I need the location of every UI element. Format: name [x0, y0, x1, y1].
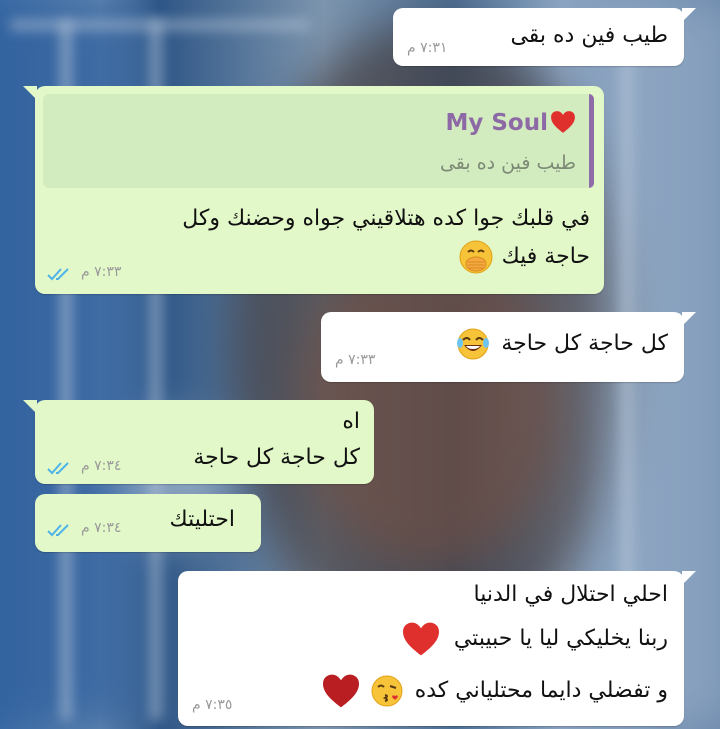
message-text-line: في قلبك جوا كده هتلاقيني جواه وحضنك وكل	[182, 206, 590, 231]
quote-accent-bar	[589, 94, 594, 188]
message-time: ٧:٣٣ م	[335, 352, 376, 368]
message-outgoing[interactable]: اه كل حاجة كل حاجة ٧:٣٤ م	[23, 400, 374, 484]
face-with-tears-of-joy-icon	[457, 328, 490, 360]
message-incoming[interactable]: طيب فين ده بقى ٧:٣١ م	[393, 8, 696, 66]
message-text-line: كل حاجة كل حاجة	[193, 445, 360, 470]
red-heart-icon	[322, 674, 359, 708]
message-time: ٧:٣٥ م	[192, 697, 233, 713]
red-heart-icon	[551, 111, 575, 133]
double-check-icon	[47, 462, 69, 475]
quote-sender: My Soul	[445, 110, 576, 136]
message-text-line: اه	[342, 409, 360, 434]
message-text: كل حاجة كل حاجة	[456, 326, 668, 362]
quote-text: طيب فين ده بقى	[439, 152, 576, 174]
message-text: طيب فين ده بقى	[510, 23, 668, 48]
double-check-icon	[47, 268, 69, 281]
message-time: ٧:٣١ م	[407, 40, 448, 56]
message-incoming[interactable]: كل حاجة كل حاجة ٧:٣٣ م	[321, 312, 696, 382]
message-outgoing[interactable]: احتليتك ٧:٣٤ م	[35, 494, 261, 552]
message-text-line: و تفضلي دايما محتلياني كده	[321, 673, 668, 709]
message-time: ٧:٣٤ م	[81, 458, 122, 474]
face-blowing-kiss-icon	[371, 675, 403, 707]
red-heart-icon	[402, 622, 439, 656]
double-check-icon	[47, 524, 69, 537]
message-text-line: حاجة فيك	[459, 239, 590, 275]
message-incoming[interactable]: احلي احتلال في الدنيا ربنا يخليكي ليا يا…	[178, 571, 696, 726]
message-text: احتليتك	[169, 507, 235, 532]
message-time: ٧:٣٣ م	[81, 264, 122, 280]
message-outgoing-reply[interactable]: My Soul طيب فين ده بقى في قلبك جوا كده ه…	[23, 86, 604, 294]
message-text-line: ربنا يخليكي ليا يا حبيبتي	[401, 621, 668, 657]
message-time: ٧:٣٤ م	[81, 520, 122, 536]
message-text-line: احلي احتلال في الدنيا	[473, 582, 668, 607]
face-with-hand-over-mouth-icon	[459, 240, 493, 274]
quoted-message[interactable]: My Soul طيب فين ده بقى	[43, 94, 594, 188]
